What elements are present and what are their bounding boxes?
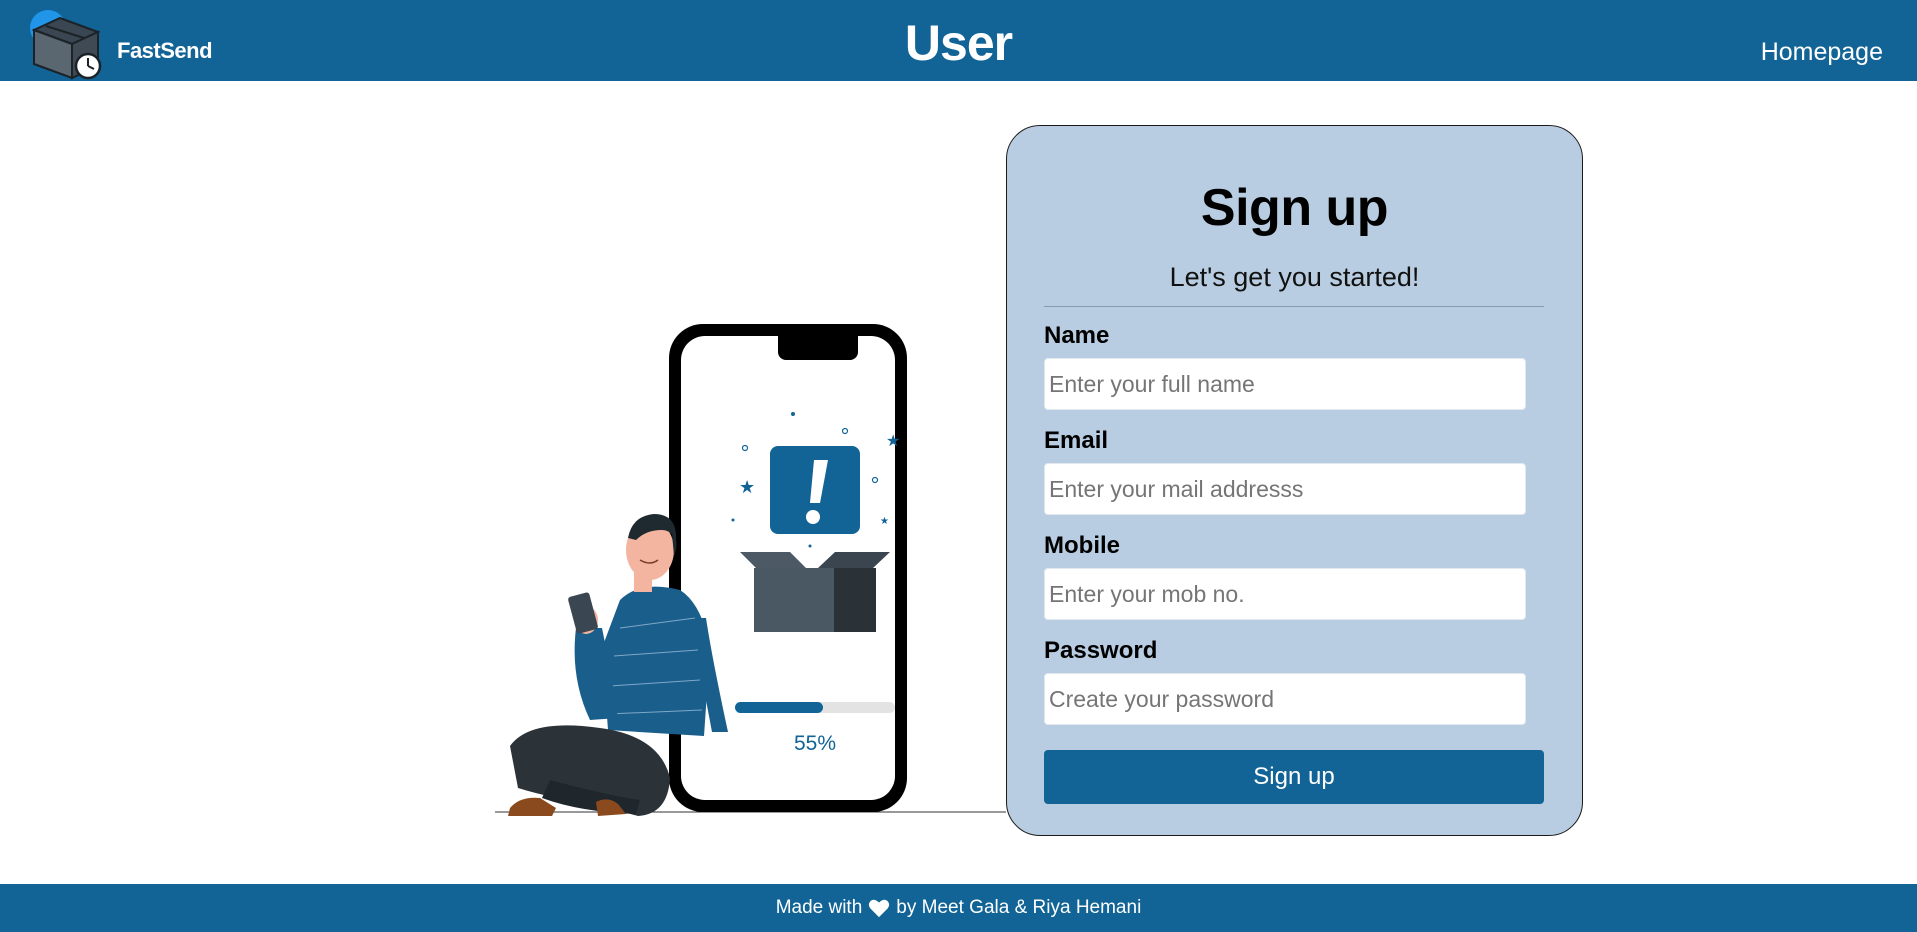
- homepage-link[interactable]: Homepage: [1761, 38, 1883, 67]
- progress-text: 55%: [794, 732, 836, 755]
- email-label: Email: [1044, 427, 1109, 454]
- name-input[interactable]: [1044, 358, 1526, 410]
- divider: [1044, 306, 1544, 307]
- top-header: FastSend User Homepage: [0, 0, 1917, 81]
- svg-text:★: ★: [739, 477, 755, 498]
- password-input[interactable]: [1044, 673, 1526, 725]
- signup-illustration: ★ ★ ★ 55%: [495, 324, 1006, 816]
- mobile-label: Mobile: [1044, 532, 1120, 559]
- mobile-input[interactable]: [1044, 568, 1526, 620]
- svg-text:★: ★: [886, 431, 900, 450]
- heart-icon: [869, 899, 890, 918]
- password-label: Password: [1044, 637, 1158, 664]
- email-input[interactable]: [1044, 463, 1526, 515]
- name-label: Name: [1044, 322, 1110, 349]
- svg-text:★: ★: [880, 516, 889, 527]
- signup-card: Sign up Let's get you started! Name Emai…: [1006, 125, 1583, 836]
- progress-fill: [735, 702, 823, 713]
- form-subtitle: Let's get you started!: [1169, 262, 1420, 292]
- footer: Made with by Meet Gala & Riya Hemani: [0, 884, 1917, 932]
- form-title: Sign up: [1200, 179, 1389, 237]
- footer-made-with: Made with: [775, 897, 863, 918]
- signup-button[interactable]: Sign up: [1044, 750, 1544, 804]
- footer-credits: by Meet Gala & Riya Hemani: [896, 897, 1142, 918]
- page-title: User: [904, 15, 1013, 71]
